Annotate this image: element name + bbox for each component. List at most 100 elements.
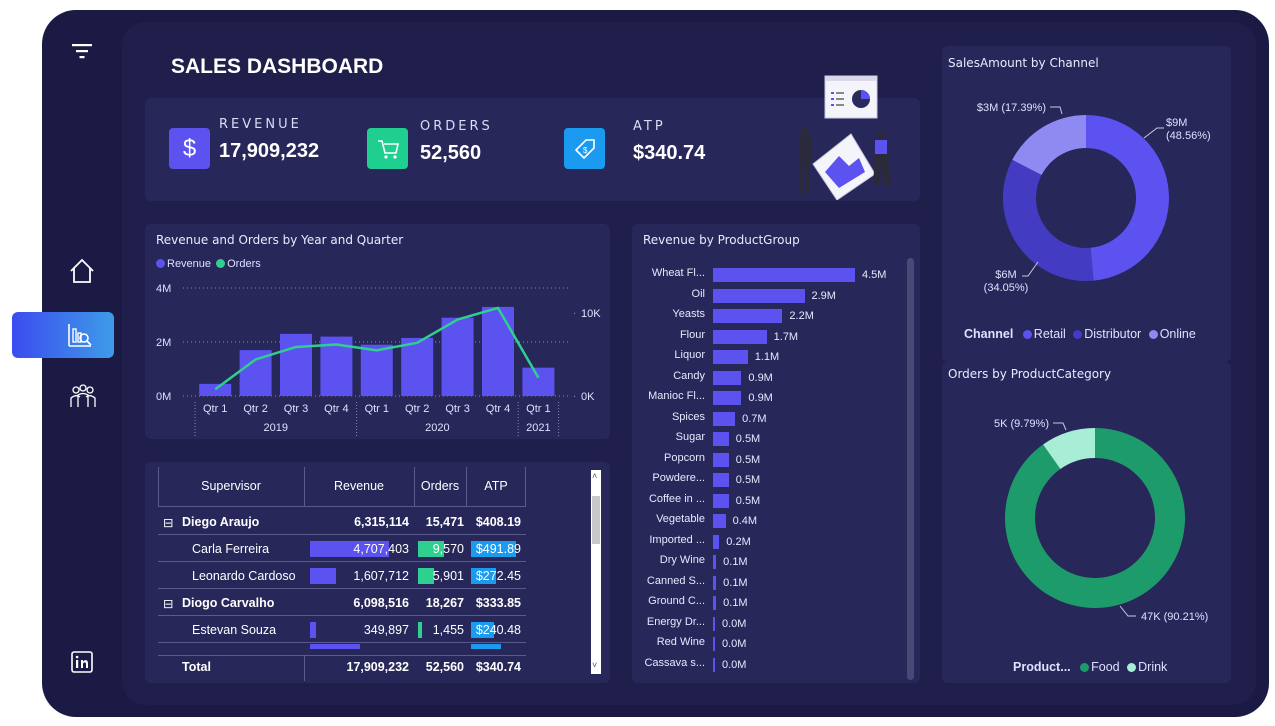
product-group-label: Liquor — [674, 349, 705, 361]
product-group-bar[interactable] — [713, 473, 729, 487]
product-group-bar[interactable] — [713, 514, 726, 528]
left-axis-label: 0M — [156, 391, 171, 403]
supervisor-name: Leonardo Cardoso — [192, 569, 296, 583]
home-icon[interactable] — [68, 257, 96, 285]
scroll-down-icon[interactable]: ˅ — [592, 660, 597, 670]
atp-cell: $240.48 — [475, 623, 521, 637]
quarter-label: Qtr 4 — [324, 403, 348, 415]
supervisor-name: Diego Araujo — [182, 515, 260, 529]
atp-cell: $272.45 — [475, 569, 521, 583]
reports-nav-item[interactable] — [12, 312, 114, 358]
table-scrollbar[interactable]: ˄ ˅ — [591, 470, 601, 674]
year-label: 2021 — [526, 422, 550, 434]
revenue-bar — [199, 383, 232, 396]
dollar-icon: $ — [169, 128, 210, 169]
product-group-value: 0.0M — [722, 617, 747, 630]
table-scroll-thumb[interactable] — [592, 496, 600, 544]
revenue-bar — [360, 344, 393, 396]
product-group-label: Imported ... — [649, 533, 705, 546]
product-group-bar[interactable] — [713, 432, 729, 446]
atp-label: ATP — [633, 119, 666, 134]
product-group-bar[interactable] — [713, 370, 742, 385]
orders-label: ORDERS — [420, 119, 493, 134]
channel-donut-chart: $9M(48.56%) $6M(34.05%) $3M (17.39%) — [977, 102, 1211, 294]
product-group-bar[interactable] — [713, 452, 729, 467]
atp-databar — [471, 644, 501, 649]
revenue-cell: 6,315,114 — [354, 515, 409, 529]
product-group-bar[interactable] — [713, 657, 715, 672]
revenue-databar — [310, 644, 360, 649]
team-icon[interactable] — [68, 382, 98, 410]
quarter-label: Qtr 1 — [526, 403, 550, 415]
product-group-panel: Revenue by ProductGroup Wheat Fl... 4.5M O… — [632, 224, 920, 683]
header-atp: ATP — [484, 479, 508, 493]
leader-line — [1143, 127, 1164, 139]
category-legend: Product... Food Drink — [1013, 660, 1167, 674]
slice-label: $9M — [1166, 117, 1187, 129]
product-group-bar[interactable] — [713, 575, 717, 590]
quarter-label: Qtr 2 — [243, 403, 267, 415]
atp-cell: $408.19 — [475, 515, 521, 529]
product-group-bar[interactable] — [713, 329, 767, 344]
product-group-bar[interactable] — [713, 350, 748, 364]
product-group-bar[interactable] — [713, 616, 715, 631]
product-group-bar[interactable] — [713, 391, 742, 405]
product-group-value: 1.1M — [754, 351, 780, 363]
revenue-cell: 1,607,712 — [353, 569, 409, 583]
product-group-value: 0.0M — [722, 658, 747, 671]
revenue-label: REVENUE — [219, 117, 302, 132]
total-label: Total — [182, 660, 211, 674]
collapse-icon: ⊟ — [163, 597, 174, 611]
total-orders: 52,560 — [425, 660, 464, 674]
product-group-bar[interactable] — [713, 411, 736, 426]
supervisor-name: Diogo Carvalho — [182, 596, 275, 610]
product-group-scrollbar[interactable] — [907, 258, 914, 680]
product-group-value: 0.7M — [742, 412, 767, 425]
legend-drink: Drink — [1138, 660, 1168, 674]
legend-food: Food — [1091, 660, 1120, 674]
product-group-bar[interactable] — [713, 534, 720, 549]
product-group-bar[interactable] — [713, 288, 805, 303]
orders-cell: 5,901 — [432, 569, 464, 583]
product-group-bar[interactable] — [713, 268, 855, 282]
product-group-value: 0.9M — [748, 392, 773, 404]
orders-value: 52,560 — [420, 142, 482, 164]
header-revenue: Revenue — [333, 479, 385, 493]
quarter-label: Qtr 1 — [203, 403, 227, 415]
slice-label: (48.56%) — [1166, 130, 1211, 142]
supervisor-name: Carla Ferreira — [192, 542, 270, 556]
slice-label: $3M (17.39%) — [977, 102, 1046, 114]
atp-cell: $333.85 — [475, 596, 521, 610]
left-axis-label: 2M — [156, 337, 171, 349]
product-group-value: 0.5M — [735, 433, 761, 445]
scroll-up-icon[interactable]: ˄ — [592, 471, 597, 481]
product-group-value: 2.9M — [811, 289, 836, 302]
channel-legend-title: Channel — [964, 327, 1014, 341]
orders-cell: 15,471 — [425, 515, 464, 529]
right-axis-label: 10K — [581, 308, 601, 320]
channel-panel: SalesAmount by Channel $9M (48.56%) $6M (34… — [942, 46, 1231, 362]
dashboard-illustration — [799, 75, 891, 200]
product-group-label: Flour — [679, 328, 705, 341]
product-group-value: 1.7M — [773, 330, 799, 343]
product-group-label: Red Wine — [656, 636, 705, 648]
product-group-bar[interactable] — [713, 637, 715, 651]
product-group-label: Coffee in ... — [648, 492, 705, 505]
svg-text:$: $ — [583, 146, 588, 155]
product-group-label: Oil — [691, 287, 705, 300]
leader-line — [1053, 422, 1067, 431]
combo-chart-panel: Revenue and Orders by Year and Quarter R… — [145, 224, 610, 439]
product-group-value: 0.4M — [732, 515, 758, 527]
filter-icon[interactable] — [70, 40, 94, 62]
product-group-bar[interactable] — [713, 555, 717, 569]
slice-label: (34.05%) — [984, 282, 1029, 294]
product-group-bar[interactable] — [713, 493, 729, 508]
product-group-bar[interactable] — [713, 309, 783, 323]
linkedin-icon[interactable] — [70, 650, 94, 674]
legend-online: Online — [1159, 327, 1196, 341]
header-orders: Orders — [420, 479, 460, 493]
product-group-bar[interactable] — [713, 596, 717, 610]
supervisor-table-panel: Supervisor Revenue Orders ATP ⊟ Diego Araujo 6… — [145, 462, 610, 683]
donut-slice — [1003, 159, 1094, 281]
quarter-label: Qtr 4 — [486, 403, 510, 415]
